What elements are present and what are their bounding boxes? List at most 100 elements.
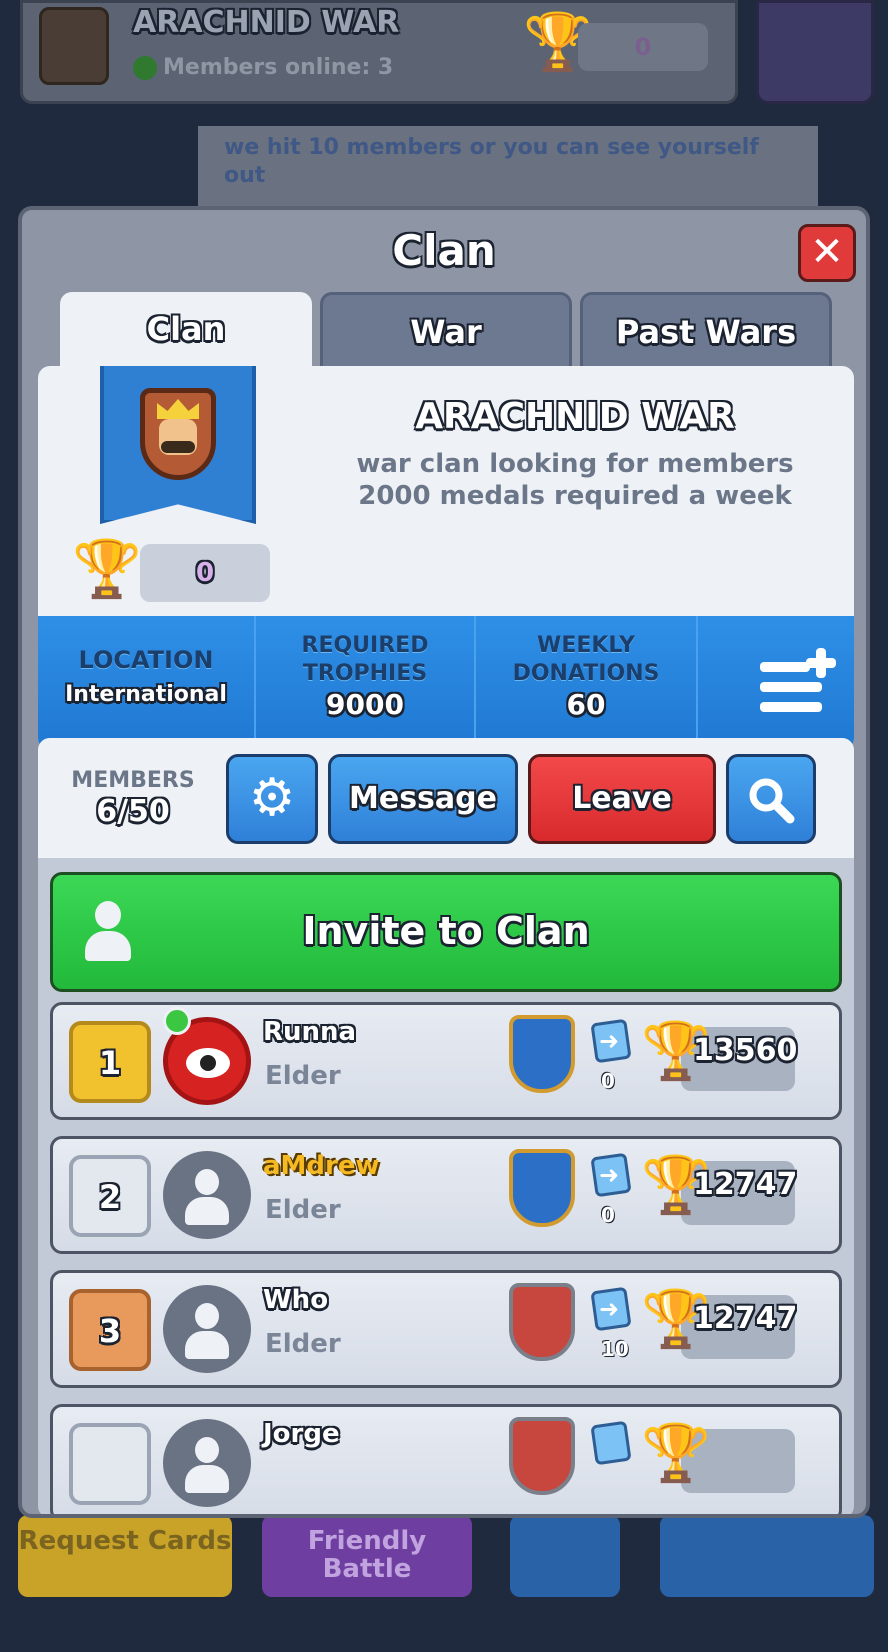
settings-button[interactable]: ⚙ — [226, 754, 318, 844]
person-head — [95, 901, 121, 929]
close-icon: ✕ — [810, 229, 844, 275]
weekly-label-1: WEEKLY — [537, 633, 635, 658]
clan-header-bar: ARACHNID WAR Members online: 3 🏆 0 — [20, 0, 738, 104]
required-label-1: REQUIRED — [301, 633, 429, 658]
league-knight-icon — [509, 1149, 575, 1235]
member-row[interactable]: 3 Who Elder ➜ 10 🏆 12747 — [50, 1270, 842, 1388]
message-button[interactable]: Message — [328, 754, 518, 844]
chat-button — [660, 1515, 874, 1597]
tab-clan[interactable]: Clan — [60, 292, 312, 366]
member-row[interactable]: 1 Runna Elder ➜ 0 🏆 13560 — [50, 1002, 842, 1120]
members-card: MEMBERS 6/50 ⚙ Message Leave Invite to C… — [38, 738, 854, 1514]
player-role: Elder — [265, 1195, 341, 1225]
trophy-count: 13560 — [693, 1033, 798, 1068]
filter-line-1 — [760, 662, 810, 672]
league-target-icon — [509, 1417, 575, 1503]
league-shield — [509, 1283, 575, 1361]
modal-title: Clan — [392, 226, 496, 275]
default-avatar-icon — [185, 1303, 229, 1363]
clan-stats-bar: LOCATION International REQUIRED TROPHIES… — [38, 616, 854, 750]
donation-icon: ➜ — [590, 1018, 637, 1064]
donation-count: 10 — [601, 1337, 629, 1361]
arrow-icon: ➜ — [599, 1295, 620, 1323]
clan-description-line-2: 2000 medals required a week — [358, 481, 792, 511]
avatar-body — [185, 1331, 229, 1359]
tab-war[interactable]: War — [320, 292, 572, 366]
stat-weekly-donations: WEEKLY DONATIONS 60 — [476, 616, 698, 750]
emote-button — [510, 1515, 620, 1597]
crown-icon — [157, 399, 199, 419]
location-value: International — [65, 682, 227, 707]
clan-shield-icon — [140, 388, 216, 480]
stat-required-trophies: REQUIRED TROPHIES 9000 — [256, 616, 476, 750]
required-label-2: TROPHIES — [302, 661, 428, 686]
tab-past-wars[interactable]: Past Wars — [580, 292, 832, 366]
league-shield — [509, 1417, 575, 1495]
members-count: 6/50 — [96, 794, 170, 829]
clan-name: ARACHNID WAR — [415, 396, 735, 437]
members-online-label: Members online: 3 — [163, 55, 394, 80]
donation-card — [590, 1420, 632, 1466]
location-label: LOCATION — [78, 646, 214, 674]
rank-badge: 2 — [69, 1155, 151, 1237]
filter-line-2 — [760, 682, 822, 692]
weekly-donations-value: 60 — [566, 688, 606, 721]
clan-description-line-1: war clan looking for members — [356, 449, 794, 479]
avatar-body — [185, 1197, 229, 1225]
person-body — [85, 931, 131, 961]
clan-banner — [100, 366, 256, 524]
close-button[interactable]: ✕ — [798, 224, 856, 282]
rank-badge — [69, 1423, 151, 1505]
default-avatar-icon — [185, 1437, 229, 1497]
gear-icon: ⚙ — [248, 768, 296, 828]
request-cards-button: Request Cards — [18, 1515, 232, 1597]
league-shield — [509, 1015, 575, 1093]
avatar-head — [195, 1303, 219, 1329]
filter-add-icon[interactable] — [760, 648, 838, 718]
online-dot-icon — [133, 56, 157, 80]
rank-badge: 3 — [69, 1289, 151, 1371]
donation-count: 0 — [601, 1069, 615, 1093]
weekly-label-2: DONATIONS — [512, 661, 660, 686]
search-icon — [749, 778, 795, 824]
default-avatar-icon — [185, 1169, 229, 1229]
tab-bar: Clan War Past Wars — [60, 292, 840, 366]
mustache-icon — [161, 441, 195, 453]
donation-icon: ➜ — [590, 1152, 637, 1198]
player-role: Elder — [265, 1329, 341, 1359]
stat-location: LOCATION International — [38, 616, 256, 750]
members-header: MEMBERS 6/50 ⚙ Message Leave — [38, 738, 854, 858]
online-status-icon — [163, 1007, 191, 1035]
friendly-battle-button: Friendly Battle — [262, 1515, 472, 1597]
leave-button[interactable]: Leave — [528, 754, 716, 844]
player-role: Elder — [265, 1061, 341, 1091]
avatar — [163, 1419, 251, 1507]
invite-to-clan-button[interactable]: Invite to Clan — [50, 872, 842, 992]
donation-count: 0 — [601, 1203, 615, 1227]
purple-trophy-icon: 🏆 — [72, 537, 142, 602]
trophy-count: 12747 — [693, 1167, 798, 1202]
player-name: Runna — [263, 1017, 357, 1047]
league-shield — [509, 1149, 575, 1227]
avatar-body — [185, 1465, 229, 1493]
rank-badge: 1 — [69, 1021, 151, 1103]
avatar-head — [195, 1437, 219, 1463]
player-name: Who — [263, 1285, 329, 1315]
background-clan-name: ARACHNID WAR — [133, 5, 400, 40]
donation-icon — [590, 1420, 637, 1466]
member-row[interactable]: 2 aMdrew Elder ➜ 0 🏆 12747 — [50, 1136, 842, 1254]
clan-trophy-count: 0 — [140, 544, 270, 602]
members-label: MEMBERS — [71, 768, 195, 793]
league-target-icon — [509, 1283, 575, 1369]
invite-label: Invite to Clan — [302, 909, 590, 953]
avatar — [163, 1151, 251, 1239]
search-button[interactable] — [726, 754, 816, 844]
donation-icon: ➜ — [590, 1286, 637, 1332]
background-trophy-count: 0 — [578, 23, 708, 71]
member-row[interactable]: Jorge 🏆 — [50, 1404, 842, 1514]
trophy-count: 12747 — [693, 1301, 798, 1336]
background-corner-button — [756, 0, 874, 104]
chat-message: we hit 10 members or you can see yoursel… — [198, 126, 818, 206]
filter-line-3 — [760, 702, 822, 712]
avatar — [163, 1285, 251, 1373]
